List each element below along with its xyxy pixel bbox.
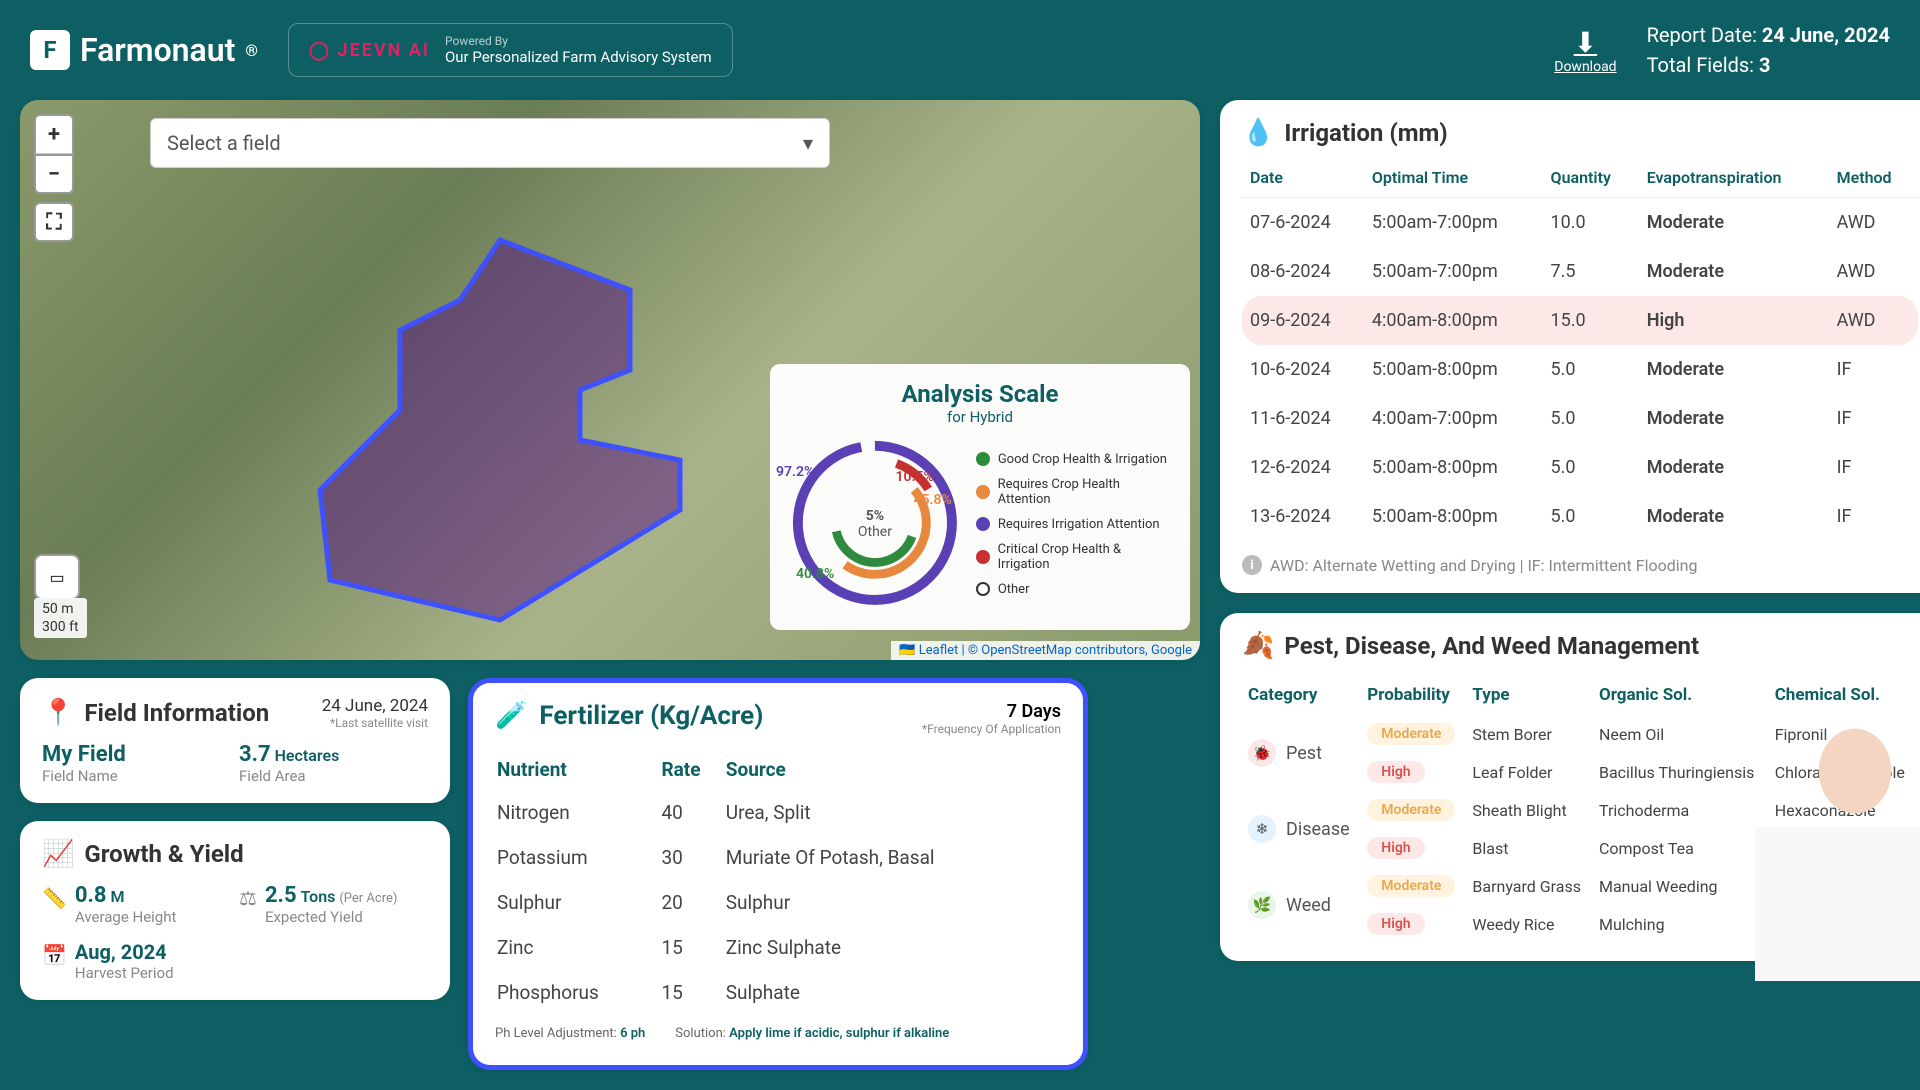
trademark: ® <box>245 41 258 60</box>
info-icon: i <box>1242 555 1262 575</box>
measure-button[interactable]: ▭ <box>34 554 80 600</box>
irrigation-title: Irrigation (mm) <box>1284 119 1447 147</box>
zoom-in-button[interactable]: + <box>34 114 74 154</box>
growth-yield-card: 📈Growth & Yield 📏0.8 MAverage Height ⚖2.… <box>20 821 450 1000</box>
table-row: Potassium30Muriate Of Potash, Basal <box>497 836 1059 879</box>
table-row: 10-6-20245:00am-8:00pm5.0ModerateIF <box>1242 345 1918 394</box>
fertilizer-table: NutrientRateSource Nitrogen40Urea, Split… <box>495 748 1061 1016</box>
map-scale: 50 m300 ft <box>34 598 87 638</box>
field-select-dropdown[interactable]: Select a field ▾ <box>150 118 830 168</box>
jeevn-powered-label: Powered By <box>445 34 712 48</box>
irrigation-table: DateOptimal TimeQuantityEvapotranspirati… <box>1242 158 1918 541</box>
pest-title: Pest, Disease, And Weed Management <box>1284 632 1699 660</box>
analysis-legend: Good Crop Health & IrrigationRequires Cr… <box>976 452 1174 597</box>
table-row: Phosphorus15Sulphate <box>497 971 1059 1014</box>
table-row: 12-6-20245:00am-8:00pm5.0ModerateIF <box>1242 443 1918 492</box>
table-row: 08-6-20245:00am-7:00pm7.5ModerateAWD <box>1242 247 1918 296</box>
jeevn-logo: ◯ JEEVN AI <box>309 40 430 61</box>
table-row: 09-6-20244:00am-8:00pm15.0HighAWD <box>1242 296 1918 345</box>
fullscreen-button[interactable]: ⛶ <box>34 202 74 242</box>
chevron-down-icon: ▾ <box>803 131 813 155</box>
leaf-icon: 🍂 <box>1242 631 1274 661</box>
growth-icon: 📈 <box>42 839 74 869</box>
flask-icon: 🧪 <box>495 701 527 731</box>
brand-logo: F Farmonaut ® <box>30 30 258 70</box>
analysis-scale-panel: Analysis Scale for Hybrid 5%Other 97.2% … <box>770 364 1190 630</box>
irrigation-icon: 💧 <box>1242 118 1274 148</box>
fertilizer-card: 🧪Fertilizer (Kg/Acre) 7 Days*Frequency O… <box>468 678 1088 1070</box>
irrigation-card: 💧 Irrigation (mm) DateOptimal TimeQuantit… <box>1220 100 1920 593</box>
analysis-title: Analysis Scale <box>786 380 1174 408</box>
irrigation-footer: AWD: Alternate Wetting and Drying | IF: … <box>1270 556 1697 575</box>
map-attribution[interactable]: 🇺🇦 Leaflet | © OpenStreetMap contributor… <box>891 641 1200 660</box>
table-row: 11-6-20244:00am-7:00pm5.0ModerateIF <box>1242 394 1918 443</box>
field-polygon[interactable] <box>300 210 730 630</box>
table-row: Nitrogen40Urea, Split <box>497 791 1059 834</box>
field-area-value: 3.7 <box>239 742 271 767</box>
brand-logo-icon: F <box>30 30 70 70</box>
jeevn-subtitle: Our Personalized Farm Advisory System <box>445 48 712 66</box>
field-name-value: My Field <box>42 742 231 767</box>
field-info-card: 📍Field Information 24 June, 2024*Last sa… <box>20 678 450 803</box>
jeevn-badge: ◯ JEEVN AI Powered By Our Personalized F… <box>288 23 733 77</box>
height-icon: 📏 <box>42 886 67 910</box>
download-button[interactable]: ⬇ Download <box>1554 26 1616 75</box>
report-info: Report Date: 24 June, 2024 Total Fields:… <box>1647 20 1890 80</box>
calendar-icon: 📅 <box>42 943 67 967</box>
growth-title: Growth & Yield <box>84 840 243 868</box>
download-icon: ⬇ <box>1554 26 1616 59</box>
field-info-title: Field Information <box>84 699 269 727</box>
yield-icon: ⚖ <box>239 886 257 910</box>
map-panel[interactable]: + − ⛶ Select a field ▾ ▭ 50 m300 ft 🇺🇦 L… <box>20 100 1200 660</box>
brand-name: Farmonaut <box>80 31 235 69</box>
fertilizer-title: Fertilizer (Kg/Acre) <box>539 701 763 731</box>
field-select-placeholder: Select a field <box>167 131 281 155</box>
analysis-donut-chart: 5%Other 97.2% 10.5% 45.8% 40.8% <box>786 434 964 614</box>
zoom-out-button[interactable]: − <box>34 154 74 194</box>
location-icon: 📍 <box>42 698 74 728</box>
assistant-avatar <box>1755 701 1920 981</box>
analysis-subtitle: for Hybrid <box>786 408 1174 426</box>
table-row: 13-6-20245:00am-8:00pm5.0ModerateIF <box>1242 492 1918 541</box>
download-label: Download <box>1554 59 1616 75</box>
table-row: Sulphur20Sulphur <box>497 881 1059 924</box>
pest-management-card: 🍂Pest, Disease, And Weed Management Cate… <box>1220 613 1920 961</box>
table-row: Zinc15Zinc Sulphate <box>497 926 1059 969</box>
table-row: 07-6-20245:00am-7:00pm10.0ModerateAWD <box>1242 198 1918 248</box>
